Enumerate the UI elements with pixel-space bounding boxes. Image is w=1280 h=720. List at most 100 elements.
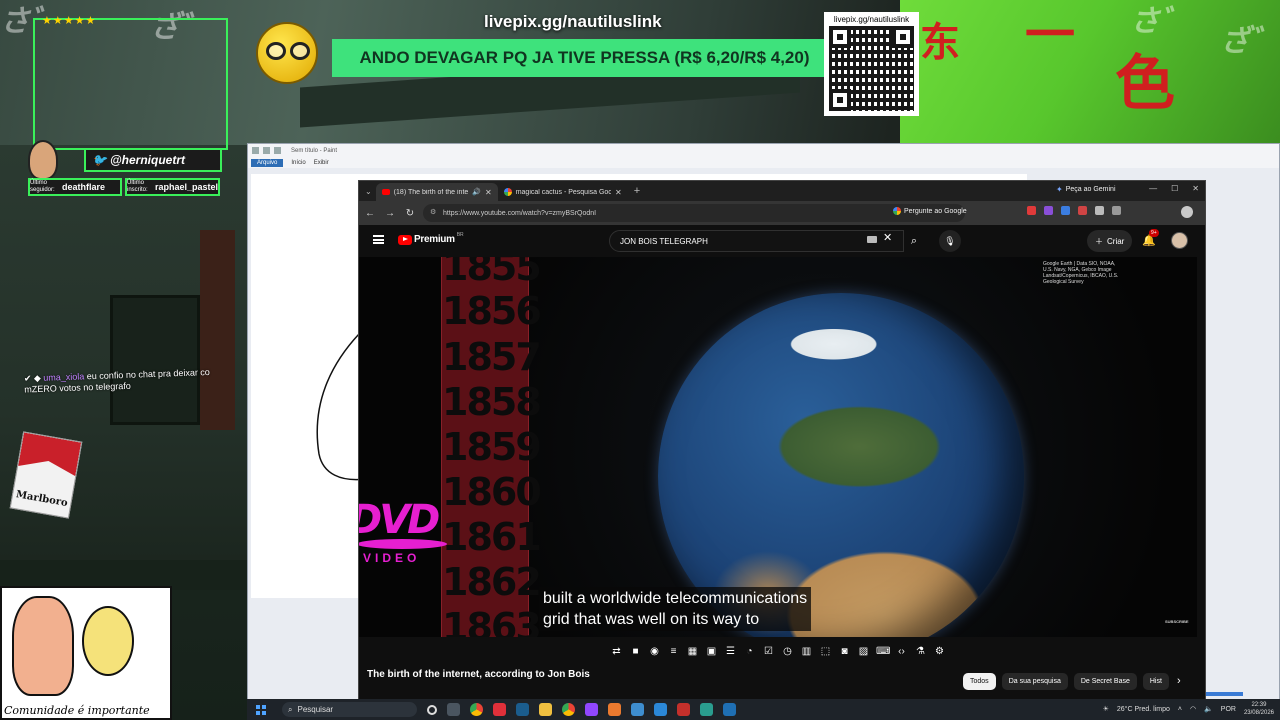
maximize-icon[interactable]: ☐ (1171, 184, 1178, 193)
ask-google-button[interactable]: Pergunte ao Google (893, 207, 967, 215)
extension-control-bar: ⇄ ■ ◉ ≡ ▦ ▣ ☰ ◔ ☑ ◷ ▥ ⬚ ◙ ▨ ⌨ ‹› ⚗ ⚙ (359, 641, 1197, 661)
volume-icon[interactable]: 🔈 (1204, 705, 1213, 713)
file-explorer-icon[interactable] (539, 703, 552, 716)
close-icon[interactable]: ✕ (485, 188, 492, 197)
glasses-left (266, 42, 286, 60)
calendar-icon[interactable]: ▦ (686, 646, 699, 657)
chip-historia[interactable]: Hist (1142, 673, 1169, 690)
webcam-frame (33, 18, 228, 150)
clear-search-icon[interactable]: ✕ (883, 231, 892, 244)
back-icon[interactable]: ← (365, 208, 375, 219)
windows-start-icon[interactable] (256, 704, 266, 715)
steam-icon[interactable] (516, 703, 529, 716)
app-icon[interactable] (723, 703, 736, 716)
clock-icon[interactable]: ◷ (781, 646, 794, 657)
avatar[interactable] (1171, 232, 1188, 249)
weather-text[interactable]: 26°C Pred. limpo (1117, 706, 1170, 713)
tab-title: magical cactus - Pesquisa Google (515, 188, 611, 196)
chevron-right-icon[interactable]: › (1177, 675, 1181, 687)
tab-search-icon[interactable]: ⌄ (365, 187, 372, 196)
forward-icon[interactable]: → (385, 208, 395, 219)
cortana-icon[interactable] (427, 704, 437, 715)
audio-icon[interactable]: ◉ (648, 646, 661, 657)
loop-icon[interactable]: ⇄ (610, 646, 623, 657)
filter-icon[interactable]: ≡ (667, 646, 680, 657)
notification-badge: 9+ (1149, 229, 1159, 237)
chip-todos[interactable]: Todos (963, 673, 996, 690)
chip-da-sua-pesquisa[interactable]: Da sua pesquisa (1001, 673, 1068, 690)
app-icon[interactable] (631, 703, 644, 716)
extension-icon[interactable] (1095, 206, 1104, 215)
tab-google[interactable]: magical cactus - Pesquisa Google ✕ (498, 183, 628, 201)
keyboard-icon[interactable] (867, 236, 877, 243)
language-indicator[interactable]: POR (1221, 706, 1236, 713)
sign-char-2: 一 (1025, 5, 1075, 64)
paint-zoom-slider[interactable] (1203, 692, 1243, 696)
flask-icon[interactable]: ⚗ (914, 646, 927, 657)
check-icon[interactable]: ☑ (762, 646, 775, 657)
search-input[interactable]: JON BOIS TELEGRAPH (609, 230, 904, 252)
app-icon[interactable] (608, 703, 621, 716)
paint-tab-exibir[interactable]: Exibir (314, 160, 329, 166)
speaker-icon[interactable]: 🔊 (472, 188, 481, 196)
chevron-up-icon[interactable]: ˄ (1178, 706, 1182, 713)
app-icon[interactable] (677, 703, 690, 716)
extension-icon[interactable] (1078, 206, 1087, 215)
close-icon[interactable]: ✕ (615, 188, 622, 197)
gemini-button[interactable]: ✦ Peça ao Gemini (1056, 185, 1116, 194)
search-icon[interactable]: ⌕ (904, 230, 924, 252)
glasses-right (290, 42, 310, 60)
extension-icon[interactable] (1061, 206, 1070, 215)
menu-icon[interactable] (373, 235, 384, 244)
minimize-icon[interactable]: — (1149, 184, 1157, 193)
stop-icon[interactable]: ■ (629, 646, 642, 657)
chrome-icon[interactable] (470, 703, 483, 716)
profile-icon[interactable] (1181, 206, 1193, 218)
keyboard-icon[interactable]: ⌨ (876, 646, 890, 657)
site-info-icon[interactable]: ⚙ (430, 208, 436, 216)
video-title[interactable]: The birth of the internet, according to … (367, 669, 590, 680)
livepix-url: livepix.gg/nautiluslink (484, 12, 662, 31)
reload-icon[interactable]: ↻ (405, 208, 415, 219)
create-button[interactable]: ＋ Criar (1087, 230, 1133, 252)
paint-tab-arquivo[interactable]: Arquivo (251, 158, 284, 167)
save-icon[interactable] (252, 147, 259, 154)
image-icon[interactable]: ▨ (857, 646, 870, 657)
picture-in-picture-icon[interactable]: ▣ (705, 646, 718, 657)
undo-icon[interactable] (263, 147, 270, 154)
qr-caption: livepix.gg/nautiluslink (833, 15, 910, 24)
playlist-icon[interactable]: ☰ (724, 646, 737, 657)
paint-tab-inicio[interactable]: Início (291, 160, 305, 166)
gear-icon[interactable]: ⚙ (933, 646, 946, 657)
close-window-icon[interactable]: ✕ (1192, 184, 1199, 193)
paint-icon[interactable] (654, 703, 667, 716)
url-input[interactable]: ⚙ https://www.youtube.com/watch?v=zmyBSr… (423, 204, 965, 222)
video-player[interactable]: 1855 1856 1857 1858 1859 1860 1861 1862 … (359, 257, 1197, 637)
chrome-icon[interactable] (562, 703, 575, 716)
app-icon[interactable] (493, 703, 506, 716)
columns-icon[interactable]: ▥ (800, 646, 813, 657)
subscribe-watermark[interactable]: SUBSCRIBE (1165, 619, 1189, 624)
screenshot-icon[interactable]: ◙ (838, 646, 851, 657)
wifi-icon[interactable]: ◠ (1190, 705, 1196, 713)
tab-youtube[interactable]: (18) The birth of the internet 🔊 ✕ (375, 183, 498, 201)
clock[interactable]: 22:39 23/08/2026 (1244, 701, 1274, 717)
redo-icon[interactable] (274, 147, 281, 154)
chat-badges-icon: ✔ ◆ (23, 372, 44, 384)
app-icon[interactable] (585, 703, 598, 716)
app-icon[interactable] (700, 703, 713, 716)
code-icon[interactable]: ‹› (895, 646, 908, 657)
task-view-icon[interactable] (447, 703, 460, 716)
puzzle-icon[interactable] (1112, 206, 1121, 215)
gemini-label: Peça ao Gemini (1065, 186, 1116, 193)
youtube-logo[interactable]: Premium BR (398, 232, 464, 245)
speed-icon[interactable]: ◔ (743, 646, 756, 657)
extension-icon[interactable] (1044, 206, 1053, 215)
taskbar-search[interactable]: ⌕ Pesquisar (282, 702, 417, 717)
expand-icon[interactable]: ⬚ (819, 646, 832, 657)
microphone-icon[interactable]: 🎙 (939, 230, 961, 252)
new-tab-button[interactable]: + (634, 185, 640, 197)
extension-icon[interactable] (1027, 206, 1036, 215)
chip-secret-base[interactable]: De Secret Base (1073, 673, 1137, 690)
caption-line-1: built a worldwide telecommunications (543, 590, 808, 607)
